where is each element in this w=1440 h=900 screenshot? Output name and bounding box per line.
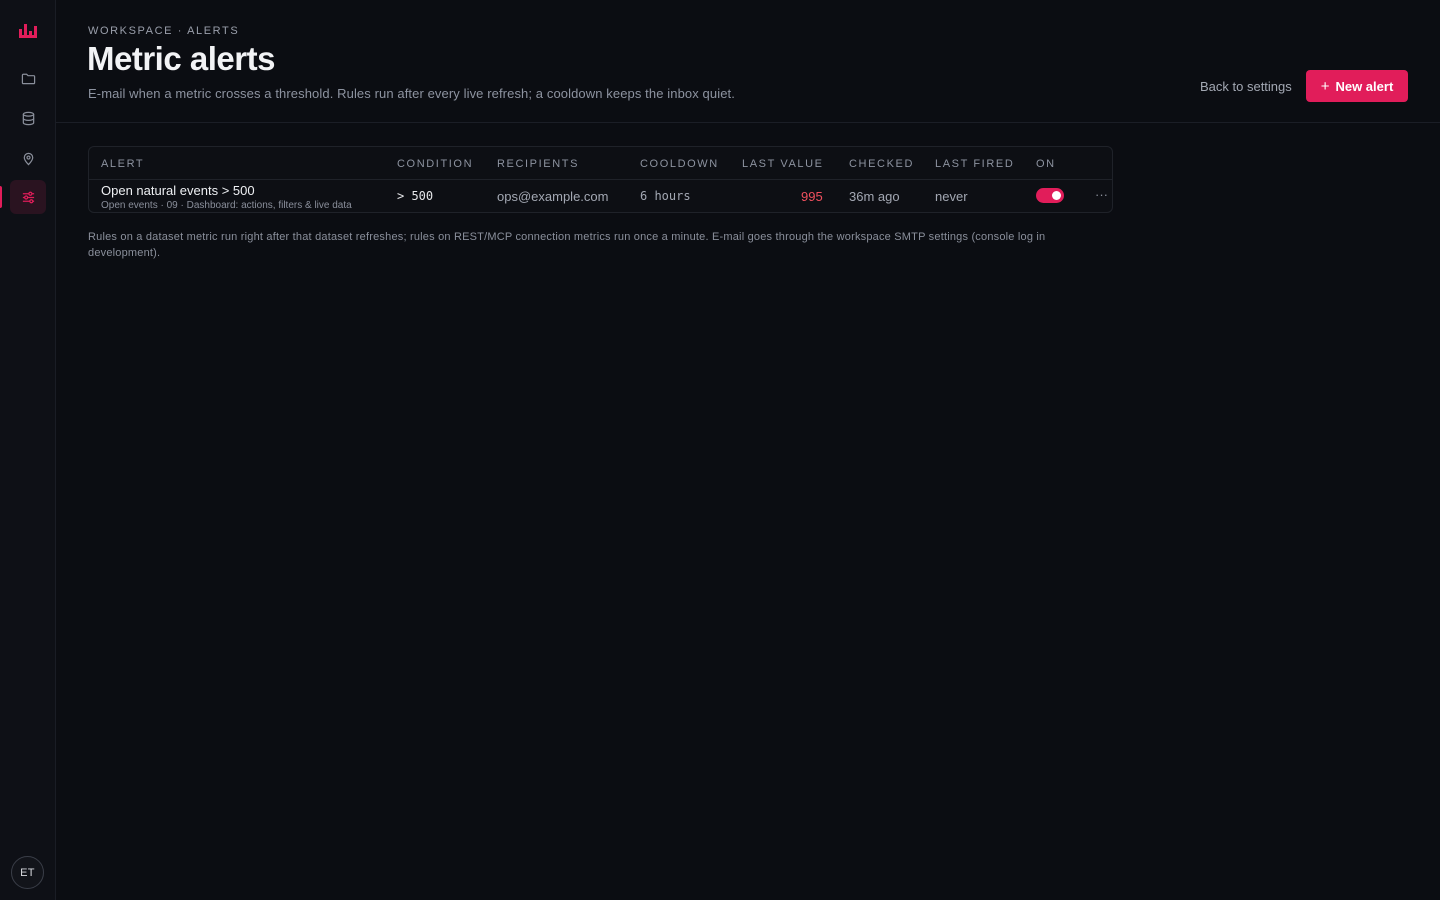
column-header-cooldown: COOLDOWN — [640, 158, 719, 170]
new-alert-button[interactable]: + New alert — [1306, 70, 1408, 102]
alert-condition: > 500 — [397, 189, 434, 203]
alert-last-value: 995 — [801, 189, 823, 204]
more-options-icon[interactable]: ··· — [1095, 187, 1108, 202]
map-pin-icon — [23, 152, 33, 165]
column-header-last-value: LAST VALUE — [742, 158, 824, 170]
page-subtitle: E-mail when a metric crosses a threshold… — [88, 86, 735, 101]
page-title: Metric alerts — [87, 40, 275, 77]
toggle-knob — [1052, 191, 1061, 200]
sidebar-item-settings[interactable] — [10, 180, 46, 214]
alert-name[interactable]: Open natural events > 500 — [101, 183, 255, 198]
active-indicator — [0, 186, 2, 208]
sidebar-item-datasets[interactable] — [10, 101, 46, 135]
alert-cooldown: 6 hours — [640, 189, 691, 203]
alerts-table: ALERT CONDITION RECIPIENTS COOLDOWN LAST… — [88, 146, 1113, 213]
alert-enabled-toggle[interactable] — [1036, 188, 1064, 203]
page-header: WORKSPACE · ALERTS Metric alerts E-mail … — [56, 0, 1440, 123]
column-header-on: ON — [1036, 158, 1056, 170]
table-row[interactable]: Open natural events > 500 Open events · … — [89, 180, 1112, 213]
database-icon — [22, 111, 34, 125]
alert-recipients: ops@example.com — [497, 189, 609, 204]
sidebar-item-projects[interactable] — [10, 61, 46, 95]
user-avatar[interactable]: ET — [11, 856, 44, 889]
footnote: Rules on a dataset metric run right afte… — [88, 231, 1046, 259]
sliders-icon — [22, 191, 34, 203]
column-header-checked: CHECKED — [849, 158, 914, 170]
new-alert-label: New alert — [1335, 78, 1394, 94]
logo-icon[interactable] — [18, 20, 38, 40]
app-root: ET WORKSPACE · ALERTS Metric alerts E-ma… — [0, 0, 1440, 900]
sidebar-item-maps[interactable] — [10, 141, 46, 175]
column-header-alert: ALERT — [101, 158, 145, 170]
plus-icon: + — [1320, 77, 1330, 95]
alert-checked: 36m ago — [849, 189, 900, 204]
table-header: ALERT CONDITION RECIPIENTS COOLDOWN LAST… — [89, 147, 1112, 180]
column-header-last-fired: LAST FIRED — [935, 158, 1015, 170]
column-header-recipients: RECIPIENTS — [497, 158, 580, 170]
sidebar: ET — [0, 0, 56, 900]
column-header-condition: CONDITION — [397, 158, 474, 170]
breadcrumb: WORKSPACE · ALERTS — [88, 25, 240, 37]
alert-last-fired: never — [935, 189, 968, 204]
folder-icon — [21, 73, 35, 84]
alert-subtitle: Open events · 09 · Dashboard: actions, f… — [101, 200, 352, 211]
back-to-settings-link[interactable]: Back to settings — [1200, 79, 1292, 94]
